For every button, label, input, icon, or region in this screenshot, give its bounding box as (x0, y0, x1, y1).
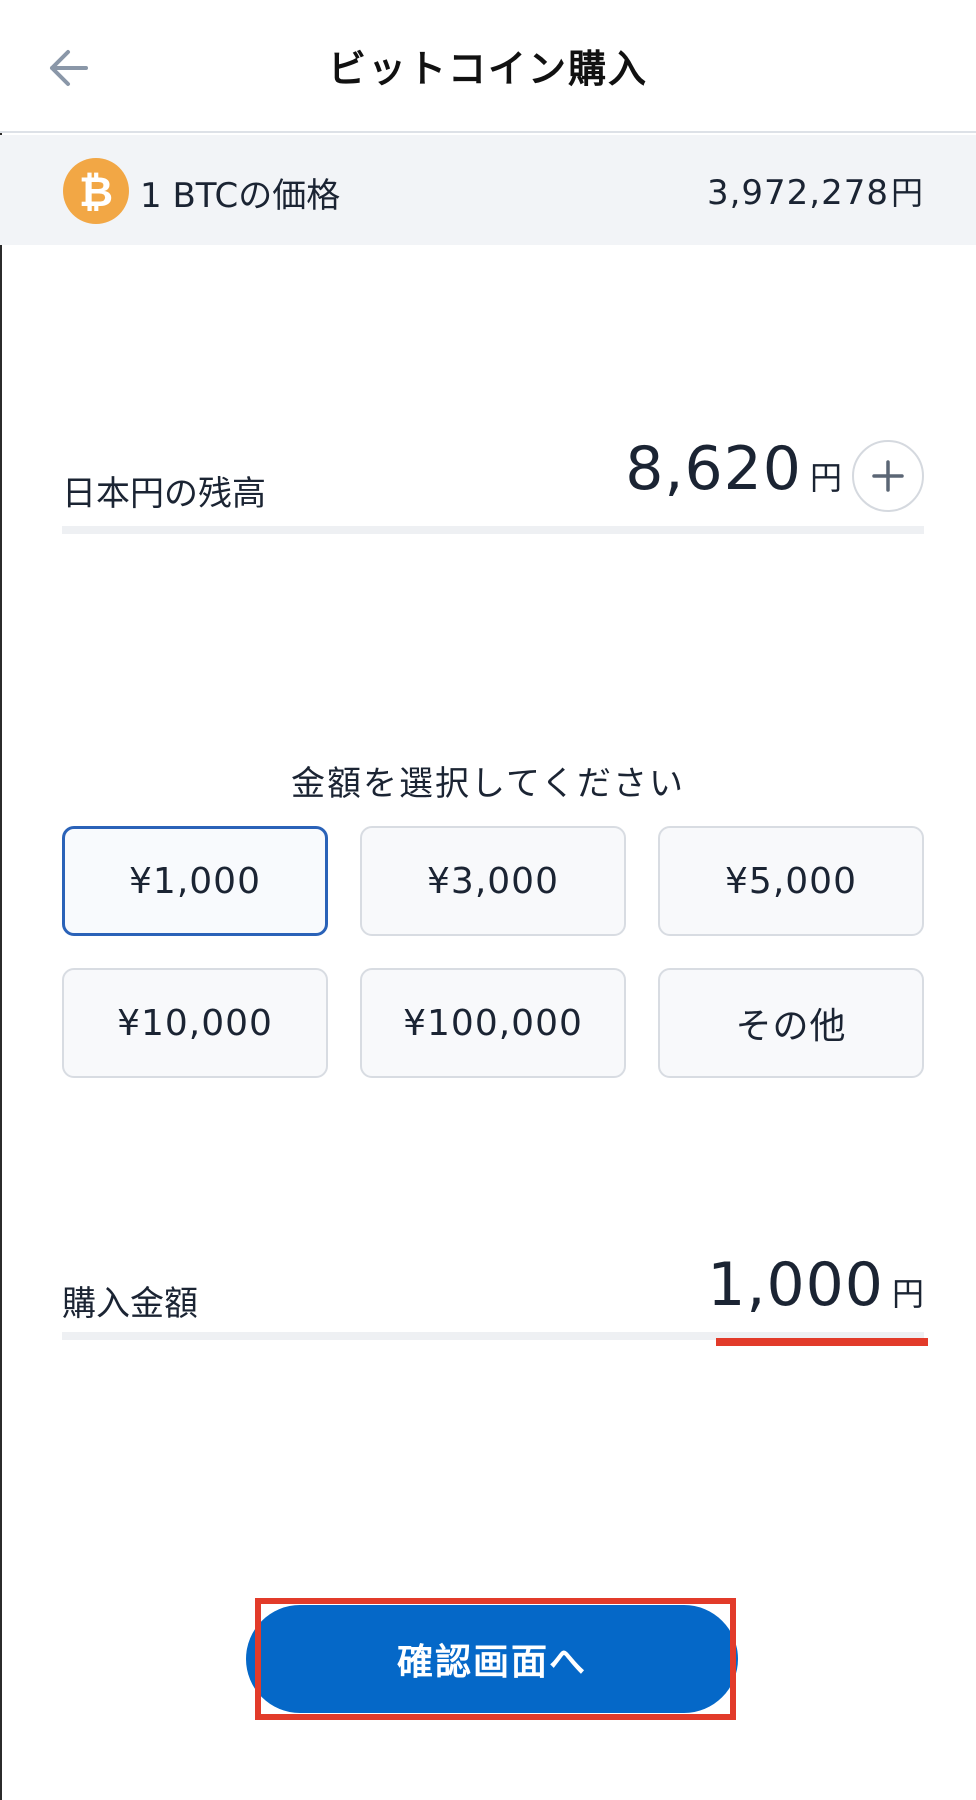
amount-option-10000[interactable]: ¥10,000 (62, 968, 328, 1078)
purchase-amount-label: 購入金額 (62, 1284, 198, 1324)
jpy-balance-number: 8,620 (625, 434, 802, 504)
bitcoin-icon: ₿ (63, 158, 129, 224)
btc-price-label: 1 BTCの価格 (140, 176, 341, 216)
amount-option-1000[interactable]: ¥1,000 (62, 826, 328, 936)
amount-option-5000[interactable]: ¥5,000 (658, 826, 924, 936)
btc-price-number: 3,972,278 (706, 173, 889, 213)
highlight-box (255, 1598, 736, 1720)
plus-icon (872, 460, 904, 492)
deposit-button[interactable] (852, 440, 924, 512)
btc-price-bar: ₿ 1 BTCの価格 3,972,278円 (0, 135, 976, 245)
header: ビットコイン購入 (0, 0, 976, 133)
amount-select-title: 金額を選択してください (291, 764, 685, 804)
amount-options: ¥1,000 ¥3,000 ¥5,000 ¥10,000 ¥100,000 その… (62, 826, 924, 1078)
jpy-balance-row: 日本円の残高 8,620 円 (62, 430, 924, 534)
btc-price-value: 3,972,278円 (707, 168, 924, 214)
purchase-amount-row: 購入金額 1,000 円 (62, 1250, 924, 1340)
page-title: ビットコイン購入 (327, 47, 648, 91)
amount-option-100000[interactable]: ¥100,000 (360, 968, 626, 1078)
amount-option-3000[interactable]: ¥3,000 (360, 826, 626, 936)
highlight-underline (716, 1338, 928, 1346)
amount-option-other[interactable]: その他 (658, 968, 924, 1078)
jpy-balance-label: 日本円の残高 (62, 474, 266, 514)
jpy-balance-value: 8,620 円 (625, 434, 842, 504)
btc-price-unit: 円 (890, 174, 924, 212)
purchase-amount-value[interactable]: 1,000 円 (707, 1250, 924, 1320)
jpy-balance-unit: 円 (809, 459, 842, 497)
screen-edge (0, 0, 2, 1800)
purchase-amount-unit: 円 (891, 1275, 924, 1313)
purchase-amount-number: 1,000 (707, 1250, 884, 1320)
